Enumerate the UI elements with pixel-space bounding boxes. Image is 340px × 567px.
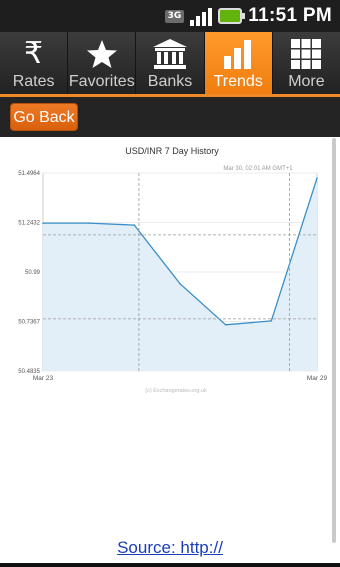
data-point [316, 177, 318, 179]
signal-icon [190, 6, 213, 26]
data-point [42, 222, 44, 224]
bottom-edge [0, 563, 340, 567]
grid-icon [290, 37, 322, 71]
tab-banks-label: Banks [147, 73, 193, 90]
tab-bar: ₹ Rates Favorites Banks Trends More [0, 32, 340, 97]
y-tick-label: 51.4964 [18, 171, 40, 177]
y-tick-label: 50.99 [25, 270, 41, 276]
data-point [133, 224, 136, 226]
battery-icon [218, 8, 246, 24]
back-toolbar: Go Back [0, 97, 340, 137]
tab-rates[interactable]: ₹ Rates [0, 32, 69, 94]
network-3g-icon: 3G [164, 9, 185, 23]
tab-favorites-label: Favorites [68, 73, 135, 90]
data-point [87, 222, 90, 224]
chart-title: USD/INR 7 Day History [125, 146, 219, 156]
clock-time: 11:51 PM [248, 5, 332, 26]
chart-watermark: (c) Exchangerates.org.uk [145, 388, 207, 394]
chart-svg: USD/INR 7 Day History Mar 30, 02:01 AM G… [18, 146, 328, 394]
y-tick-label: 50.7367 [18, 320, 40, 326]
rupee-icon: ₹ [24, 36, 44, 71]
bank-icon [152, 37, 188, 71]
tab-trends-label: Trends [213, 73, 263, 90]
tab-more-label: More [288, 73, 325, 90]
trend-chart: USD/INR 7 Day History Mar 30, 02:01 AM G… [0, 137, 340, 537]
tab-banks[interactable]: Banks [136, 32, 205, 94]
crosshair-label: Mar 30, 02:01 AM GMT+1 [223, 166, 293, 172]
tab-trends[interactable]: Trends [204, 32, 273, 94]
bar-chart-icon [222, 37, 254, 71]
data-point [224, 323, 227, 326]
x-axis-ticks: Mar 23 Mar 29 [33, 375, 328, 382]
tab-favorites[interactable]: Favorites [68, 32, 137, 94]
y-tick-label: 51.2432 [18, 220, 40, 226]
x-tick-label: Mar 23 [33, 375, 54, 382]
status-bar: 3G 11:51 PM [0, 0, 340, 32]
data-point [179, 282, 181, 285]
scrollbar[interactable] [332, 138, 336, 543]
tab-more[interactable]: More [272, 32, 340, 94]
tab-rates-label: Rates [12, 73, 55, 90]
go-back-button[interactable]: Go Back [10, 103, 78, 131]
x-tick-label: Mar 29 [307, 375, 328, 382]
data-point [270, 320, 273, 322]
y-axis-ticks: 51.496451.243250.9950.736750.4835 [18, 171, 40, 375]
star-icon [86, 37, 118, 71]
source-link[interactable]: Source: http:// [0, 538, 340, 558]
